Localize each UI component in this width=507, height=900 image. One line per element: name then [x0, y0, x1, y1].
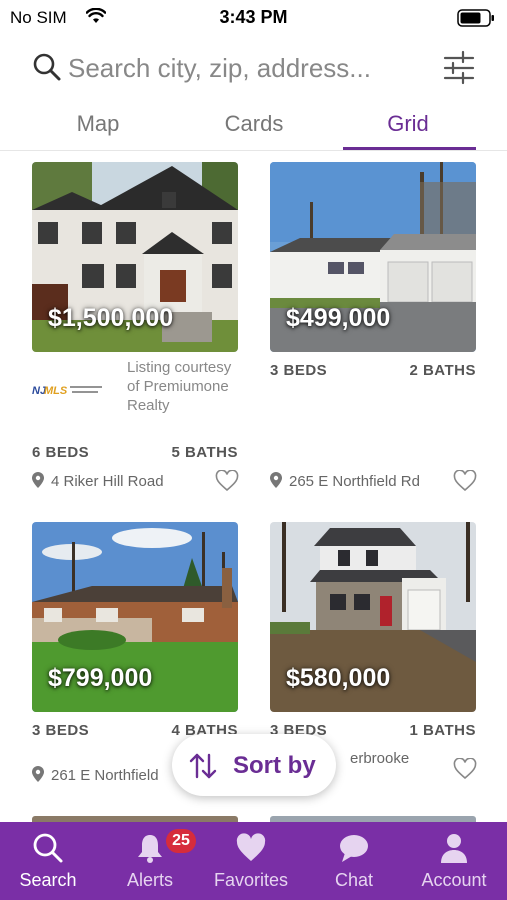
location-pin-icon — [32, 766, 44, 782]
listing-price: $580,000 — [286, 664, 391, 692]
sort-arrows-icon — [189, 753, 217, 779]
search-icon — [33, 833, 63, 863]
alerts-count-badge: 25 — [166, 829, 196, 853]
tab-bar-label: Favorites — [213, 870, 289, 890]
listing-address: 265 E Northfield Rd — [270, 472, 420, 490]
search-bar — [0, 44, 507, 94]
tab-map[interactable]: Map — [33, 111, 163, 137]
location-pin-icon — [32, 472, 44, 488]
listing-address: erbrooke — [350, 750, 409, 767]
tab-bar-favorites[interactable]: Favorites — [200, 822, 302, 900]
tab-bar-alerts[interactable]: 25 Alerts — [100, 822, 200, 900]
person-icon — [441, 834, 467, 863]
listing-photo[interactable]: $1,500,000 — [32, 162, 238, 352]
listing-address-text: 4 Riker Hill Road — [51, 473, 164, 490]
favorite-heart-icon[interactable] — [453, 470, 477, 492]
active-tab-indicator — [343, 147, 476, 150]
sort-by-button[interactable]: Sort by — [172, 734, 336, 796]
favorite-heart-icon[interactable] — [453, 758, 477, 780]
tab-bar-label: Alerts — [126, 870, 173, 890]
tab-bar-label: Chat — [334, 870, 374, 890]
courtesy-text: Listing courtesy of Premiumone Realty — [127, 359, 232, 414]
sort-by-label: Sort by — [233, 752, 316, 779]
search-input[interactable] — [68, 48, 428, 88]
listing-price: $499,000 — [286, 304, 391, 332]
battery-icon — [457, 9, 494, 27]
location-pin-icon — [270, 472, 282, 488]
chat-bubble-icon — [340, 835, 368, 862]
mls-logo: NJ MLS — [32, 385, 102, 397]
tab-bar-label: Search — [19, 870, 77, 890]
listing-baths: 5 BATHS — [171, 444, 238, 461]
heart-icon — [236, 833, 266, 861]
tab-bar-account[interactable]: Account — [404, 822, 504, 900]
listing-price: $799,000 — [48, 664, 153, 692]
listing-address-text: 265 E Northfield Rd — [289, 473, 420, 490]
bell-icon — [138, 835, 162, 863]
listing-address-text: erbrooke — [350, 750, 410, 767]
listing-card[interactable]: $1,500,000 NJ MLS Listing courtesy of Pr… — [32, 162, 239, 502]
listing-card[interactable]: $499,000 3 BEDS 2 BATHS 265 E Northfield… — [270, 162, 477, 502]
tab-bar-search[interactable]: Search — [0, 822, 96, 900]
view-tabs: Map Cards Grid — [0, 103, 507, 151]
tab-bar-chat[interactable]: Chat — [306, 822, 402, 900]
listing-photo[interactable]: $499,000 — [270, 162, 476, 352]
status-time: 3:43 PM — [219, 7, 288, 27]
listing-baths: 2 BATHS — [409, 362, 476, 379]
listing-courtesy: NJ MLS Listing courtesy of Premiumone Re… — [32, 358, 238, 434]
listing-price: $1,500,000 — [48, 304, 174, 332]
listing-beds: 3 BEDS — [32, 722, 90, 739]
bottom-tab-bar: Search 25 Alerts Favorites Chat Account — [0, 822, 507, 900]
listing-photo[interactable]: $580,000 — [270, 522, 476, 712]
filter-sliders-icon[interactable] — [443, 50, 475, 86]
tab-cards[interactable]: Cards — [189, 111, 319, 137]
listing-address-text: 261 E Northfield — [51, 767, 159, 784]
listing-beds: 3 BEDS — [270, 362, 328, 379]
tab-bar-label: Account — [421, 870, 487, 890]
listing-address: 261 E Northfield — [32, 766, 159, 784]
listing-photo[interactable]: $799,000 — [32, 522, 238, 712]
listing-address: 4 Riker Hill Road — [32, 472, 164, 490]
search-icon — [33, 53, 61, 81]
status-bar: No SIM 3:43 PM — [0, 0, 507, 36]
tab-grid[interactable]: Grid — [343, 111, 473, 137]
listing-beds: 6 BEDS — [32, 444, 90, 461]
svg-text:MLS: MLS — [44, 385, 68, 397]
favorite-heart-icon[interactable] — [215, 470, 239, 492]
listing-baths: 1 BATHS — [409, 722, 476, 739]
